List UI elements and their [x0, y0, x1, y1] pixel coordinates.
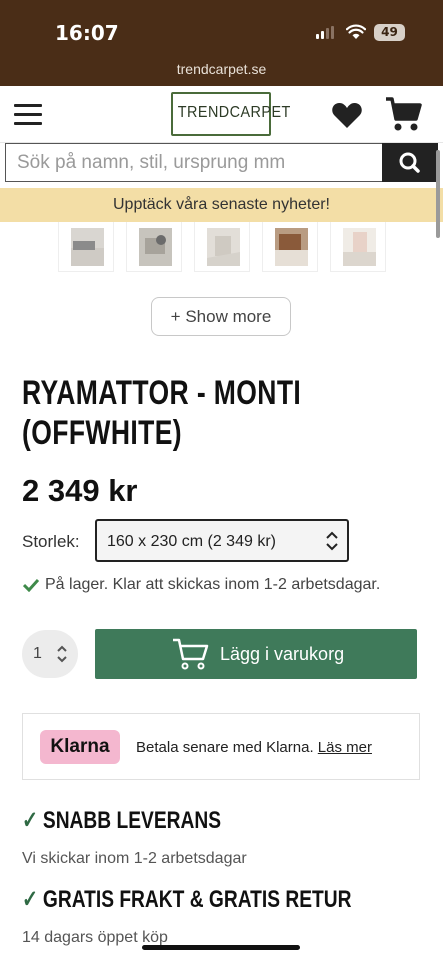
search-icon — [399, 152, 420, 173]
size-select[interactable]: 160 x 230 cm (2 349 kr) — [95, 519, 349, 562]
show-more-button[interactable]: + Show more — [151, 297, 291, 336]
stock-status: På lager. Klar att skickas inom 1-2 arbe… — [23, 576, 380, 594]
scrollbar[interactable] — [436, 150, 440, 238]
chevron-updown-icon — [326, 531, 338, 551]
checkmark-icon — [23, 578, 39, 592]
thumbnail-image — [343, 228, 376, 266]
wifi-icon — [346, 24, 366, 39]
search-bar — [5, 143, 438, 182]
product-thumbnail[interactable] — [194, 222, 250, 272]
menu-icon[interactable] — [14, 104, 42, 126]
klarna-text: Betala senare med Klarna. Läs mer — [136, 739, 372, 756]
checkmark-icon: ✓ — [22, 886, 39, 913]
status-bar: 16:07 49 trendcarpet.se — [0, 0, 443, 86]
battery-icon: 49 — [374, 24, 405, 41]
product-thumbnails — [0, 222, 443, 274]
chevron-updown-icon — [57, 645, 67, 663]
size-select-value: 160 x 230 cm (2 349 kr) — [107, 533, 276, 550]
product-title: RYAMATTOR - MONTI (OFFWHITE) — [22, 373, 334, 453]
product-title-line: RYAMATTOR - MONTI — [22, 374, 302, 412]
product-thumbnail[interactable] — [262, 222, 318, 272]
search-button[interactable] — [382, 143, 438, 182]
feature-title: ✓ SNABB LEVERANS — [22, 806, 221, 835]
site-logo[interactable]: TRENDCARPET — [171, 92, 291, 136]
feature-title: ✓ GRATIS FRAKT & GRATIS RETUR — [22, 885, 352, 914]
cellular-signal-icon — [316, 26, 334, 39]
heart-icon[interactable] — [331, 101, 363, 129]
klarna-read-more-link[interactable]: Läs mer — [318, 739, 372, 756]
product-price: 2 349 kr — [22, 473, 138, 508]
feature-title-text: SNABB LEVERANS — [42, 807, 222, 834]
feature-title-text: GRATIS FRAKT & GRATIS RETUR — [42, 886, 352, 913]
product-thumbnail[interactable] — [330, 222, 386, 272]
klarna-logo: Klarna — [40, 730, 120, 764]
product-thumbnail[interactable] — [58, 222, 114, 272]
cart-icon[interactable] — [385, 96, 423, 132]
home-indicator[interactable] — [142, 945, 300, 950]
cart-icon — [173, 638, 209, 670]
quantity-value: 1 — [33, 645, 42, 662]
klarna-description: Betala senare med Klarna. — [136, 739, 314, 756]
quantity-stepper[interactable]: 1 — [22, 630, 78, 678]
status-time: 16:07 — [55, 21, 119, 45]
klarna-info-box: Klarna Betala senare med Klarna. Läs mer — [22, 713, 420, 780]
size-label: Storlek: — [22, 532, 80, 551]
product-title-line: (OFFWHITE) — [22, 414, 183, 452]
feature-subtitle: Vi skickar inom 1-2 arbetsdagar — [22, 850, 247, 867]
address-bar-url[interactable]: trendcarpet.se — [0, 61, 443, 77]
stock-status-text: På lager. Klar att skickas inom 1-2 arbe… — [45, 576, 381, 593]
site-header: TRENDCARPET — [0, 86, 443, 143]
thumbnail-image — [139, 228, 172, 266]
add-to-cart-button[interactable]: Lägg i varukorg — [95, 629, 417, 679]
promo-banner[interactable]: Upptäck våra senaste nyheter! — [0, 188, 443, 222]
add-to-cart-label: Lägg i varukorg — [220, 644, 345, 664]
thumbnail-image — [207, 228, 240, 266]
checkmark-icon: ✓ — [22, 807, 39, 834]
product-thumbnail[interactable] — [126, 222, 182, 272]
search-input[interactable] — [5, 143, 382, 182]
logo-text: TRENDCARPET — [177, 104, 291, 121]
thumbnail-image — [275, 228, 308, 266]
thumbnail-image — [71, 228, 104, 266]
